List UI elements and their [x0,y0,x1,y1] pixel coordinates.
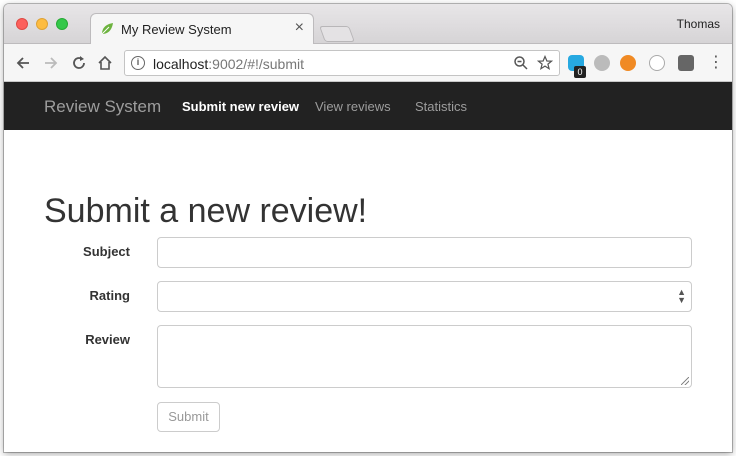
back-icon[interactable] [14,54,32,72]
address-bar[interactable]: i localhost:9002/#!/submit [124,50,560,76]
star-icon[interactable] [537,55,553,71]
close-tab-icon[interactable]: × [295,19,304,37]
close-window-button[interactable] [16,18,28,30]
browser-window: My Review System × Thomas i localhost:90… [4,4,732,452]
info-icon[interactable]: i [131,56,145,70]
leaf-icon [101,23,113,35]
nav-submit-review[interactable]: Submit new review [182,99,299,114]
url-path: :9002/#!/submit [208,56,304,72]
page-title: Submit a new review! [44,192,368,230]
select-arrows-icon: ▲ ▼ [677,287,686,305]
brand[interactable]: Review System [44,97,161,117]
extension-circle-icon[interactable] [649,55,665,71]
app-navbar: Review System Submit new review View rev… [4,82,732,130]
maximize-window-button[interactable] [56,18,68,30]
minimize-window-button[interactable] [36,18,48,30]
subject-label: Subject [83,244,130,259]
rating-select[interactable]: ▲ ▼ [157,281,692,312]
extension-badge: 0 [574,66,586,78]
nav-view-reviews[interactable]: View reviews [315,99,391,114]
menu-icon[interactable]: ⋮ [708,55,724,71]
reload-icon[interactable] [70,54,88,72]
review-textarea[interactable] [157,325,692,388]
submit-button[interactable]: Submit [157,402,220,432]
review-label: Review [85,332,130,347]
rating-label: Rating [89,288,130,303]
profile-name[interactable]: Thomas [677,17,720,31]
browser-toolbar: i localhost:9002/#!/submit 0 ⋮ [4,44,732,82]
url-host: localhost [153,56,209,72]
subject-input[interactable] [157,237,692,268]
extension-evernote-icon[interactable] [678,55,694,71]
forward-icon[interactable] [42,54,60,72]
zoom-icon[interactable] [513,55,529,71]
resize-grip-icon[interactable] [681,377,689,385]
tab-title: My Review System [121,22,232,37]
extension-cloud-icon[interactable] [594,55,610,71]
url-text[interactable]: localhost:9002/#!/submit [153,56,304,72]
home-icon[interactable] [96,54,114,72]
browser-tab[interactable]: My Review System × [90,13,314,45]
title-bar: My Review System × Thomas [4,4,732,45]
main-content: Submit a new review! Subject Rating ▲ ▼ R… [4,130,732,452]
extension-lifebuoy-icon[interactable] [620,55,636,71]
nav-statistics[interactable]: Statistics [415,99,467,114]
new-tab-button[interactable] [319,26,355,42]
